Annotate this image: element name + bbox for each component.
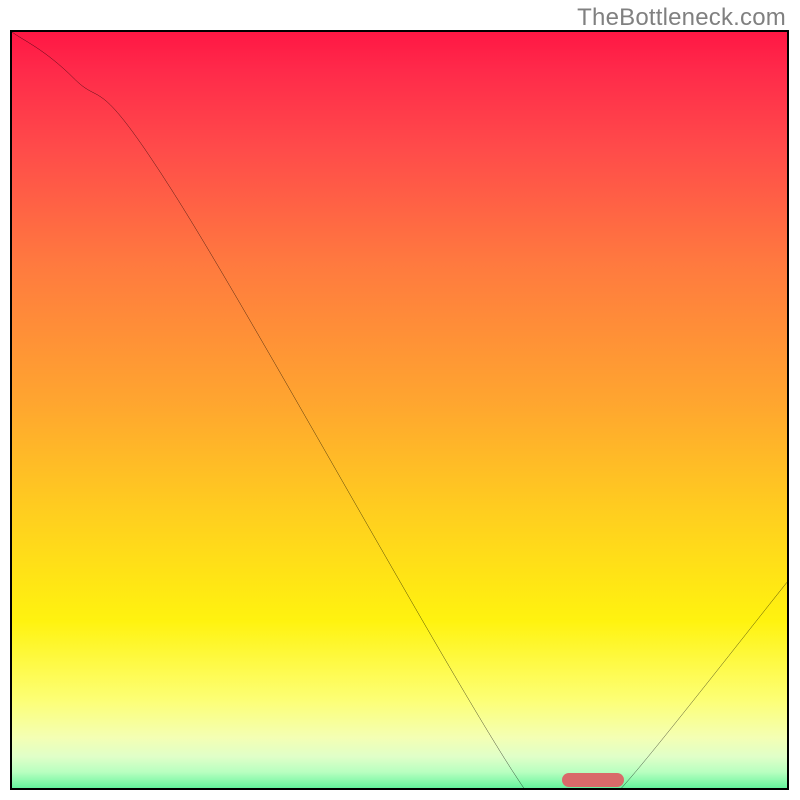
watermark-text: TheBottleneck.com (577, 4, 786, 32)
optimal-marker (562, 773, 624, 787)
curve-line (12, 32, 787, 790)
chart-frame (10, 30, 789, 790)
